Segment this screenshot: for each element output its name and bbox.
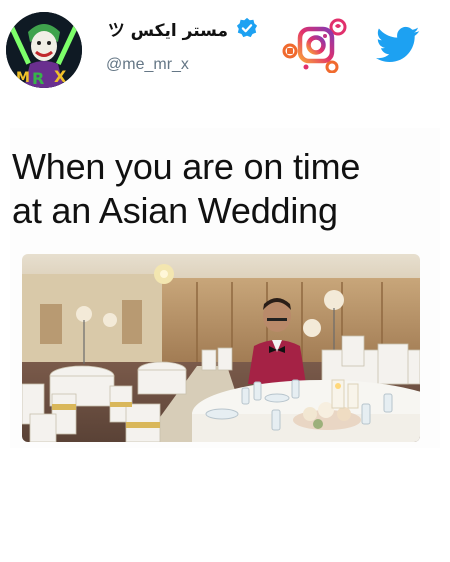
user-handle[interactable]: @me_mr_x	[106, 56, 189, 74]
svg-text:M: M	[16, 70, 30, 86]
name-row: مستر ايكس ツ	[98, 14, 258, 42]
wedding-hall-photo[interactable]	[22, 254, 420, 442]
svg-text:X: X	[54, 67, 67, 86]
joker-avatar-icon: M R X	[6, 12, 82, 88]
tweet-header: M R X مستر ايكس ツ @me_mr_x	[0, 0, 450, 100]
profile-avatar[interactable]: M R X	[6, 12, 82, 88]
caption-line-1: When you are on time	[12, 146, 361, 187]
caption-line-2: at an Asian Wedding	[12, 190, 338, 231]
svg-text:R: R	[32, 69, 44, 88]
instagram-icon[interactable]	[282, 17, 350, 73]
display-name[interactable]: مستر ايكس ツ	[108, 16, 228, 41]
twitter-bird-icon[interactable]	[376, 26, 420, 64]
wedding-hall-photo-icon	[22, 254, 420, 442]
verified-badge-icon	[236, 17, 258, 38]
tweet-caption: When you are on time at an Asian Wedding	[12, 145, 442, 233]
